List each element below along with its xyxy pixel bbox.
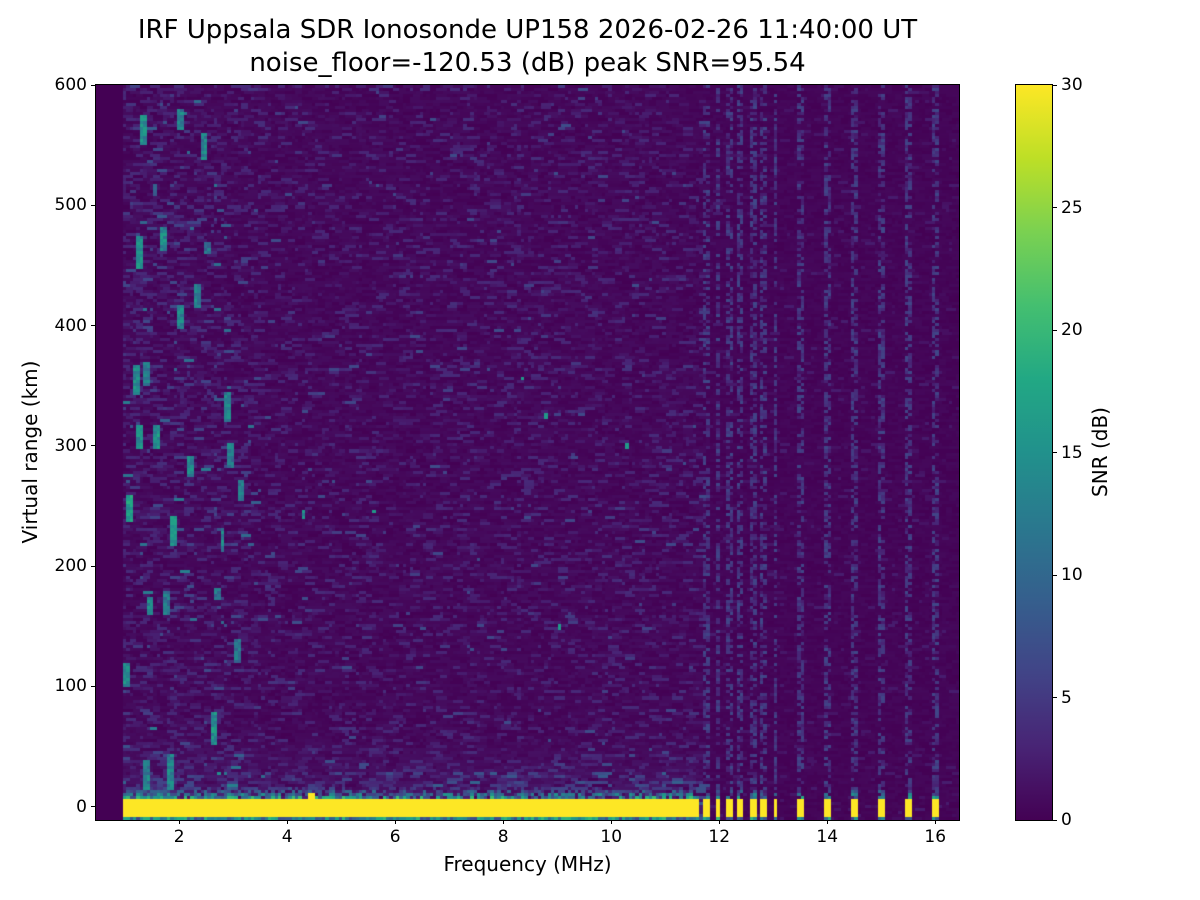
- y-tick-mark: [91, 325, 95, 327]
- colorbar-tick-mark: [1053, 452, 1057, 453]
- y-tick-label: 0: [76, 796, 87, 817]
- title-line-2: noise_floor=-120.53 (dB) peak SNR=95.54: [249, 48, 806, 78]
- x-tick-label: 16: [924, 827, 947, 847]
- y-tick-label: 100: [54, 676, 87, 697]
- colorbar-tick-label: 0: [1061, 810, 1072, 830]
- x-tick-label: 4: [281, 827, 293, 847]
- colorbar-tick-label: 30: [1061, 75, 1083, 95]
- y-tick-mark: [91, 84, 95, 86]
- colorbar-tick-mark: [1053, 819, 1057, 821]
- x-tick-label: 6: [389, 827, 401, 847]
- y-tick-mark: [91, 565, 95, 567]
- x-tick-mark: [826, 820, 828, 824]
- y-tick-mark: [91, 685, 95, 687]
- x-tick-label: 8: [497, 827, 509, 847]
- y-tick-label: 600: [54, 75, 87, 95]
- x-tick-mark: [394, 820, 396, 824]
- colorbar-tick-mark: [1053, 574, 1057, 576]
- colorbar-tick-mark: [1053, 207, 1057, 208]
- y-tick-label: 200: [54, 556, 87, 577]
- x-tick-mark: [934, 820, 936, 824]
- y-tick-mark: [91, 806, 95, 808]
- x-tick-label: 14: [816, 827, 839, 847]
- figure-title: IRF Uppsala SDR Ionosonde UP158 2026-02-…: [96, 14, 959, 80]
- x-tick-mark: [718, 820, 720, 824]
- colorbar-tick-label: 20: [1061, 320, 1083, 340]
- colorbar-tick-label: 15: [1061, 442, 1083, 463]
- y-tick-mark: [91, 445, 95, 447]
- colorbar-tick-label: 5: [1061, 687, 1072, 708]
- y-tick-label: 500: [54, 195, 87, 216]
- plot-area: [95, 84, 960, 821]
- colorbar-tick-label: 10: [1061, 565, 1083, 585]
- x-tick-label: 10: [600, 827, 623, 847]
- x-tick-label: 2: [173, 827, 185, 847]
- x-axis-label: Frequency (MHz): [443, 852, 612, 876]
- x-tick-mark: [610, 820, 612, 824]
- ionogram-heatmap: [96, 85, 959, 820]
- colorbar-tick-mark: [1053, 697, 1057, 698]
- colorbar: [1015, 84, 1053, 821]
- colorbar-label: SNR (dB): [1088, 407, 1112, 497]
- x-tick-label: 12: [708, 827, 731, 847]
- colorbar-tick-mark: [1053, 84, 1057, 86]
- x-tick-mark: [178, 820, 180, 824]
- title-line-1: IRF Uppsala SDR Ionosonde UP158 2026-02-…: [137, 15, 918, 45]
- x-tick-mark: [286, 820, 288, 824]
- y-tick-label: 400: [54, 315, 87, 336]
- y-axis-label: Virtual range (km): [18, 360, 42, 544]
- y-tick-mark: [91, 204, 95, 206]
- colorbar-tick-label: 25: [1061, 197, 1083, 218]
- x-tick-mark: [502, 820, 504, 824]
- colorbar-tick-mark: [1053, 329, 1057, 331]
